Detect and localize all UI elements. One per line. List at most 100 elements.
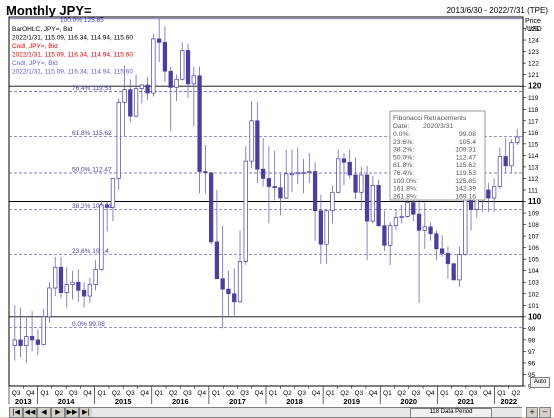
y-tick-label: 123 xyxy=(528,49,539,56)
candle-body xyxy=(295,172,300,175)
candle-body xyxy=(70,281,75,285)
candle-body xyxy=(18,339,23,346)
zoom-out-button[interactable]: − xyxy=(539,407,551,418)
y-tick-label: 104 xyxy=(528,268,539,275)
y-tick-label: 113 xyxy=(528,164,539,171)
candle-body xyxy=(382,225,387,246)
x-quarter-label: Q3 xyxy=(240,390,249,397)
candle-body xyxy=(174,78,179,88)
candle-body xyxy=(168,70,173,88)
candle-body xyxy=(393,217,399,227)
candle-body xyxy=(370,185,375,222)
fib-level-label: 0.0% 99.08 xyxy=(72,321,105,328)
x-quarter-label: Q3 xyxy=(183,390,192,397)
scroll-prev-button[interactable]: ◀ xyxy=(37,407,51,418)
y-tick-label: 118 xyxy=(528,107,539,114)
candle-body xyxy=(185,50,191,85)
y-tick-label: 98 xyxy=(528,337,536,344)
y-axis: 9495969798991001011021031041051061071081… xyxy=(523,26,542,391)
candle-body xyxy=(76,281,81,291)
candle-body xyxy=(122,89,127,103)
x-axis: Q3 Q4 Q1 Q2 Q3 Q4 Q1 Q2 Q3 Q4 Q1 Q2 Q3 Q4 Q1 Q2 Q3 Q4 Q1 Q2… xyxy=(8,386,521,406)
x-quarter-label: Q1 xyxy=(212,390,221,397)
x-year-label: 2018 xyxy=(286,397,303,406)
fib-box-value: 119.53 xyxy=(456,170,477,177)
candle-body xyxy=(157,38,162,43)
candle-body xyxy=(399,216,404,218)
candle-body xyxy=(486,189,491,199)
fib-box-level: 23.6%: xyxy=(393,139,414,146)
scroll-next-button[interactable]: ▶ xyxy=(51,407,65,418)
x-year-label: 2016 xyxy=(172,397,189,406)
x-quarter-label: Q1 xyxy=(155,390,164,397)
candle-body xyxy=(87,284,92,297)
candlestick-chart[interactable]: 76.4% 119.53 61.8% 115.62 50.0% 112.47 38.2… xyxy=(0,0,554,417)
x-year-label: 2022 xyxy=(500,397,517,406)
x-quarter-label: Q2 xyxy=(512,390,521,397)
y-tick-label: 107 xyxy=(528,234,539,241)
candle-body xyxy=(445,253,451,265)
x-quarter-label: Q4 xyxy=(197,390,206,397)
fib-box-level: 50.0%: xyxy=(393,154,414,161)
candle-body xyxy=(237,261,243,303)
candle-body xyxy=(255,120,260,170)
x-quarter-label: Q4 xyxy=(26,390,35,397)
y-tick-label: 117 xyxy=(528,118,539,125)
candle-body xyxy=(491,186,497,199)
y-tick-label: 122 xyxy=(528,61,539,68)
y-tick-label: 119 xyxy=(528,95,539,102)
y-tick-label: 116 xyxy=(528,130,539,137)
y-tick-label: 100 xyxy=(528,312,542,321)
scroll-prev-page-button[interactable]: ◀◀ xyxy=(23,407,37,418)
fib-box-date-value: 2020/3/31 xyxy=(423,123,453,130)
candle-body xyxy=(422,226,427,231)
y-tick-label: 106 xyxy=(528,245,539,252)
candle-body xyxy=(376,185,381,227)
y-tick-label: 103 xyxy=(528,280,539,287)
y-tick-label: 124 xyxy=(528,38,539,45)
candle-body xyxy=(324,210,329,245)
x-quarter-label: Q2 xyxy=(226,390,235,397)
fib-box-value: 115.62 xyxy=(456,162,477,169)
fib-box-level: 0.0%: xyxy=(393,131,410,138)
candle-body xyxy=(53,266,58,289)
x-quarter-label: Q2 xyxy=(283,390,292,397)
candle-body xyxy=(203,171,208,174)
y-tick-label: 101 xyxy=(528,303,539,310)
candle-body xyxy=(284,173,289,199)
fibonacci-info-box: Fibonacci Retracements Date: 2020/3/31 0… xyxy=(389,110,486,201)
y-tick-label: 97 xyxy=(528,349,536,356)
x-year-label: 2020 xyxy=(400,397,417,406)
fib-box-level: 100.0%: xyxy=(393,178,418,185)
candle-body xyxy=(266,178,272,187)
x-quarter-label: Q3 xyxy=(354,390,363,397)
candle-body xyxy=(99,204,104,270)
legend-line: BarOHLC, JPY=, Bid xyxy=(12,26,73,33)
fib-box-title: Fibonacci Retracements xyxy=(393,115,467,122)
candle-body xyxy=(434,233,439,250)
candle-body xyxy=(139,84,144,89)
candle-body xyxy=(47,287,52,318)
candle-body xyxy=(416,213,422,231)
fib-box-value: 99.08 xyxy=(459,131,476,138)
candle-body xyxy=(347,161,352,176)
x-quarter-label: Q2 xyxy=(55,390,64,397)
scroll-first-button[interactable]: |◀ xyxy=(9,407,23,418)
legend-line: Cndl, JPY=, Bid xyxy=(12,60,58,67)
scroll-next-page-button[interactable]: ▶▶ xyxy=(65,407,79,418)
candle-body xyxy=(12,339,17,346)
y-tick-label: 99 xyxy=(528,326,536,333)
x-quarter-label: Q4 xyxy=(483,390,492,397)
x-quarter-label: Q2 xyxy=(397,390,406,397)
candle-body xyxy=(243,160,248,262)
auto-scale-button[interactable]: Auto xyxy=(530,377,550,388)
candle-body xyxy=(133,88,139,117)
candle-body xyxy=(405,202,410,217)
y-tick-label: 112 xyxy=(528,176,539,183)
legend-line: 2022/1/31, 115.09, 116.34, 114.94, 115.6… xyxy=(12,52,133,59)
fib-box-value: 109.31 xyxy=(455,147,476,154)
scroll-last-button[interactable]: ▶| xyxy=(79,407,93,418)
candle-body xyxy=(226,288,231,295)
candle-body xyxy=(116,101,121,179)
zoom-in-button[interactable]: + xyxy=(526,407,538,418)
